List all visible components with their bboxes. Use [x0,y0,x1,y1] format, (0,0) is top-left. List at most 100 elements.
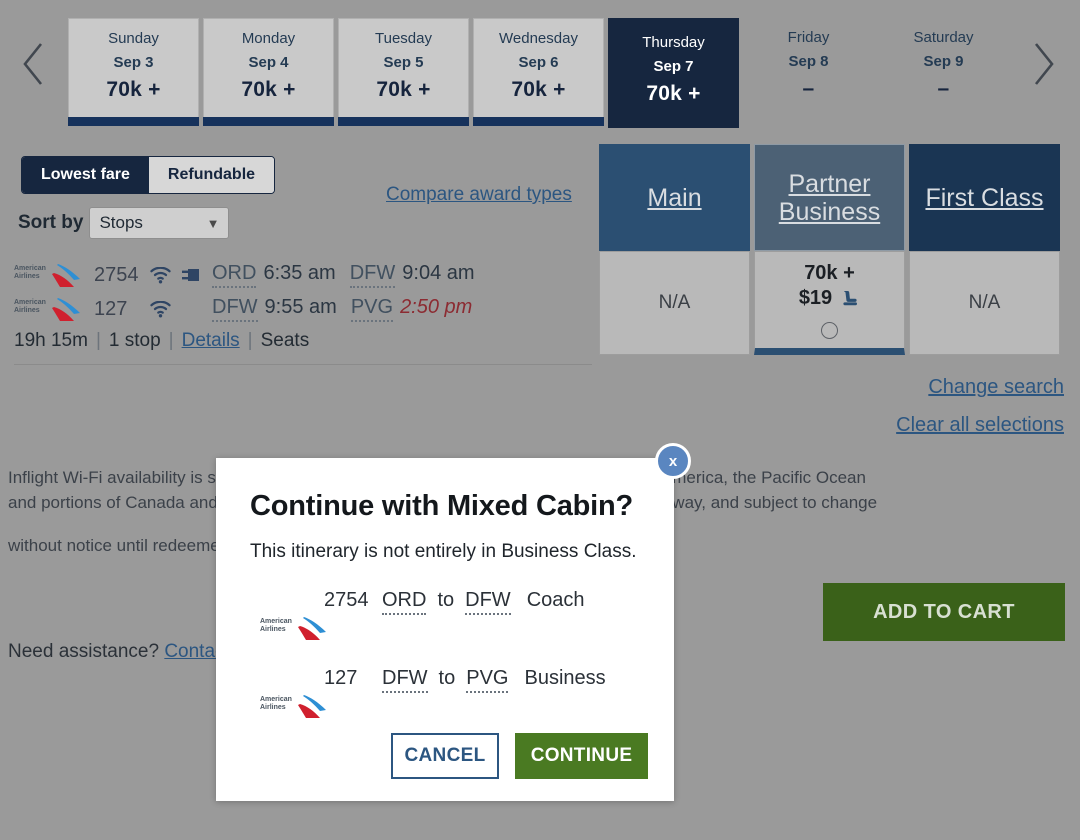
sort-by-row: Sort by Stops ▼ [18,207,230,239]
date-card-date: Sep 4 [248,54,289,71]
toggle-lowest-fare[interactable]: Lowest fare [22,157,149,193]
cabin-select-radio[interactable] [821,322,838,339]
segment-flight-number: 2754 [94,263,139,286]
segment-destination: DFW [349,262,396,288]
meta-separator: | [168,330,174,351]
chevron-left-icon [23,43,43,85]
clear-all-selections-link[interactable]: Clear all selections [896,414,1064,437]
add-to-cart-button[interactable]: ADD TO CART [823,583,1065,641]
date-card-price: 70k + [376,78,431,101]
date-card-friday[interactable]: Friday Sep 8 – [743,18,874,118]
cabin-cell-first-class: N/A [909,251,1060,355]
cabin-column-partner-business: Partner Business 70k + $19 [754,144,905,355]
seat-icon [843,290,858,305]
american-airlines-logo: American Airlines [14,262,88,288]
date-card-dow: Sunday [108,30,159,47]
compare-award-types-link[interactable]: Compare award types [386,184,572,206]
date-card-underline [68,117,199,126]
itinerary-segment-2: American Airlines 127 DFW 9:55 am PVG 2:5… [14,292,592,326]
date-card-wednesday[interactable]: Wednesday Sep 6 70k + [473,18,604,126]
date-card-dow: Thursday [642,34,705,51]
dialog-origin: DFW [382,667,428,693]
next-dates-button[interactable] [1009,0,1077,128]
american-airlines-logo: American Airlines [260,615,334,641]
close-icon[interactable]: x [655,443,691,479]
sort-by-select[interactable]: Stops ▼ [89,207,230,239]
wifi-icon [150,300,171,317]
date-card-price: 70k + [241,78,296,101]
date-card-dow: Tuesday [375,30,432,47]
cabin-header-partner-business[interactable]: Partner Business [754,144,905,251]
date-card-date: Sep 6 [518,54,559,71]
dialog-to-label: to [437,589,455,611]
aa-logo-text: American Airlines [260,696,292,711]
aa-logo-text: American Airlines [14,299,46,314]
cabin-header-main[interactable]: Main [599,144,750,251]
cabin-na-text: N/A [968,292,1001,313]
change-search-link[interactable]: Change search [928,376,1064,399]
date-card-price: – [802,77,815,100]
meta-separator: | [95,330,101,351]
cabin-columns: Main N/A Partner Business 70k + $19 Firs… [599,144,1060,355]
assistance-label: Need assistance? [8,641,165,662]
segment-depart-time: 9:55 am [264,296,337,318]
toggle-refundable[interactable]: Refundable [148,157,275,193]
dialog-cabin: Business [524,667,606,689]
segment-arrive-time: 2:50 pm [400,296,473,318]
itinerary-duration: 19h 15m [14,330,88,351]
cabin-column-first-class: First Class N/A [909,144,1060,355]
mixed-cabin-dialog: Continue with Mixed Cabin? This itinerar… [216,458,674,801]
date-card-date: Sep 5 [383,54,424,71]
dialog-segment-line: 2754 ORD to DFW Coach [250,589,640,615]
cabin-header-label: Main [647,183,702,212]
dialog-actions: CANCEL CONTINUE [391,733,648,779]
date-card-underline [203,117,334,126]
cabin-header-first-class[interactable]: First Class [909,144,1060,251]
meta-separator: | [247,330,253,351]
cabin-cell-partner-business[interactable]: 70k + $19 [754,251,905,355]
dialog-subtitle: This itinerary is not entirely in Busine… [250,541,637,562]
dialog-title: Continue with Mixed Cabin? [250,490,634,522]
itinerary-divider [14,364,592,365]
date-card-dow: Friday [787,29,830,46]
date-card-date: Sep 9 [923,53,964,70]
chevron-right-icon [1034,43,1054,85]
segment-route: ORD 6:35 am DFW 9:04 am [212,262,489,288]
cabin-cash: $19 [798,287,833,309]
date-card-date: Sep 3 [113,54,154,71]
itinerary-details-link[interactable]: Details [182,330,240,352]
aa-logo-text: American Airlines [260,618,292,633]
date-card-thursday[interactable]: Thursday Sep 7 70k + [608,18,739,128]
date-card-monday[interactable]: Monday Sep 4 70k + [203,18,334,126]
cancel-button[interactable]: CANCEL [391,733,499,779]
dialog-cabin: Coach [526,589,585,611]
itinerary-seats-link[interactable]: Seats [261,330,310,352]
date-strip: Sunday Sep 3 70k + Monday Sep 4 70k + Tu… [0,0,1080,130]
dialog-segment-line: 127 DFW to PVG Business [250,667,640,693]
prev-dates-button[interactable] [0,0,68,128]
dialog-destination: DFW [465,589,511,615]
segment-origin: ORD [212,262,257,288]
segment-route: DFW 9:55 am PVG 2:50 pm [212,296,486,322]
dialog-segment-1: 2754 ORD to DFW Coach American Airlines [250,589,640,667]
continue-button[interactable]: CONTINUE [515,733,648,779]
cabin-header-label: First Class [925,183,1044,212]
date-card-dow: Saturday [913,29,974,46]
date-card-date: Sep 8 [788,53,829,70]
cabin-header-label: Partner Business [778,169,881,226]
itinerary-meta-row: 19h 15m | 1 stop | Details | Seats [14,330,592,352]
date-card-tuesday[interactable]: Tuesday Sep 5 70k + [338,18,469,126]
date-card-underline [338,117,469,126]
date-card-price: 70k + [106,78,161,101]
chevron-down-icon: ▼ [206,215,220,231]
date-card-saturday[interactable]: Saturday Sep 9 – [878,18,1009,118]
date-card-dow: Wednesday [499,30,578,47]
date-card-sunday[interactable]: Sunday Sep 3 70k + [68,18,199,126]
date-card-price: 70k + [646,82,701,105]
segment-arrive-time: 9:04 am [402,262,475,284]
dialog-flight-number: 127 [324,667,358,689]
cabin-na-text: N/A [658,292,691,313]
cabin-column-main: Main N/A [599,144,750,355]
segment-amenities [150,266,212,284]
date-card-date: Sep 7 [653,58,694,75]
